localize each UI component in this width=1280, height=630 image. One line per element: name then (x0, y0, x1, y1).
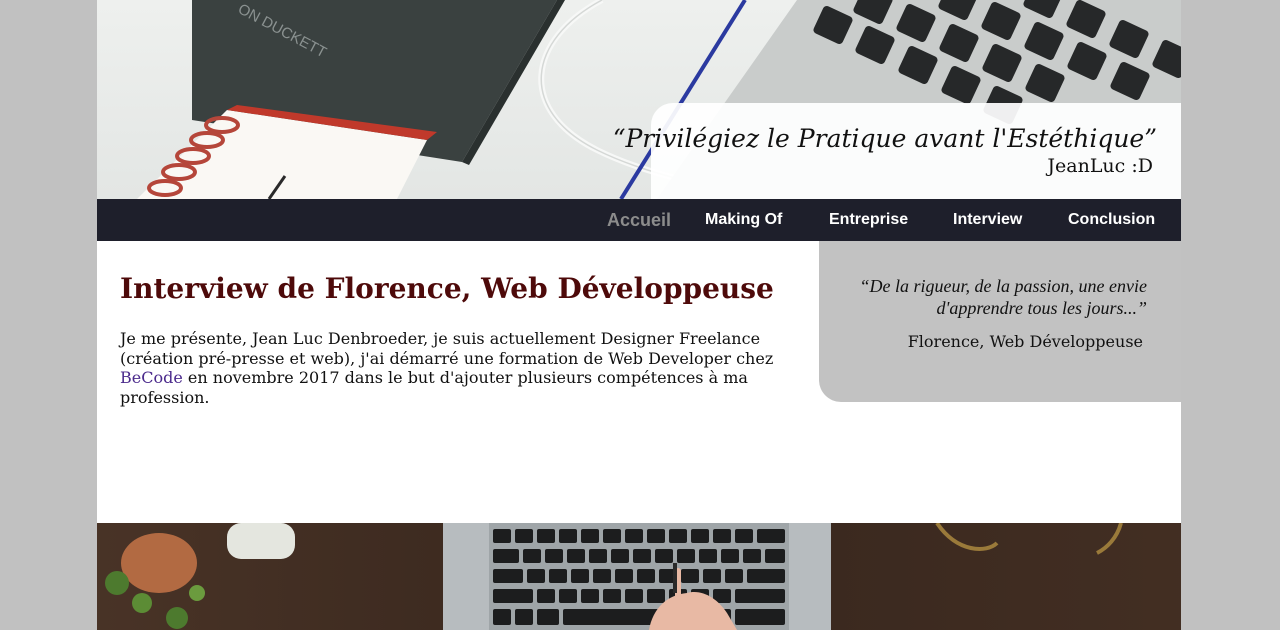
nav-item-accueil[interactable]: Accueil (607, 199, 671, 241)
intro-text-after: en novembre 2017 dans le but d'ajouter p… (120, 368, 748, 407)
becode-link[interactable]: BeCode (120, 368, 183, 387)
main-nav: Accueil Making Of Entreprise Interview C… (97, 199, 1181, 241)
nav-item-interview[interactable]: Interview (953, 199, 1022, 241)
intro-paragraph: Je me présente, Jean Luc Denbroeder, je … (120, 329, 780, 407)
footer-banner (97, 523, 1181, 630)
footer-photo (97, 523, 1181, 630)
header-quote-box: “Privilégiez le Pratique avant l'Estéthi… (613, 103, 1181, 199)
page: ON DUCKETT “Privilégiez le Pratique avan… (97, 0, 1181, 630)
nav-item-conclusion[interactable]: Conclusion (1068, 199, 1155, 241)
header-quote: “Privilégiez le Pratique avant l'Estéthi… (612, 124, 1157, 153)
intro-text-before: Je me présente, Jean Luc Denbroeder, je … (120, 329, 774, 368)
page-title: Interview de Florence, Web Développeuse (120, 272, 774, 305)
sidebar-quote: “De la rigueur, de la passion, une envie… (859, 276, 1147, 318)
nav-item-entreprise[interactable]: Entreprise (829, 199, 908, 241)
sidebar-quote-panel: “De la rigueur, de la passion, une envie… (819, 241, 1181, 402)
header-banner: ON DUCKETT “Privilégiez le Pratique avan… (97, 0, 1181, 199)
sidebar-quote-author: Florence, Web Développeuse (907, 332, 1143, 351)
nav-item-making-of[interactable]: Making Of (705, 199, 782, 241)
header-quote-author: JeanLuc :D (1047, 155, 1153, 177)
